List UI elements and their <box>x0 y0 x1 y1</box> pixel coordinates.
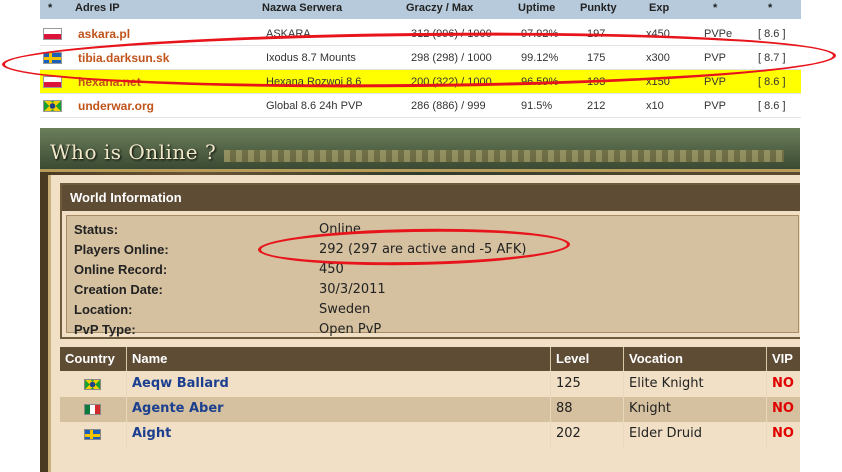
player-name-link[interactable]: Aeqw Ballard <box>127 372 551 397</box>
col-uptime[interactable]: Uptime <box>518 2 555 14</box>
world-information-panel: World Information Status: Online Players… <box>60 183 800 339</box>
server-version: [ 8.6 ] <box>758 28 786 40</box>
server-version: [ 8.6 ] <box>758 76 786 88</box>
th-name[interactable]: Name <box>127 347 551 371</box>
server-points: 175 <box>587 52 606 64</box>
server-points: 193 <box>587 76 606 88</box>
server-name: Hexana Rozwoj 8.6 <box>266 76 362 88</box>
players-online-label: Players Online: <box>74 242 169 257</box>
server-row[interactable]: underwar.org Global 8.6 24h PVP 286 (886… <box>40 94 801 118</box>
server-exp: x450 <box>646 28 670 40</box>
players-online-value: 292 (297 are active and -5 AFK) <box>319 242 527 257</box>
location-label: Location: <box>74 302 133 317</box>
server-name: Global 8.6 24h PVP <box>266 100 363 112</box>
brazil-flag-icon <box>43 100 62 112</box>
page-title: Who is Online ? <box>50 140 217 164</box>
server-exp: x150 <box>646 76 670 88</box>
player-vocation: Knight <box>624 397 767 422</box>
server-uptime: 96.59% <box>521 76 559 88</box>
pvp-type-label: PvP Type: <box>74 322 136 337</box>
status-label: Status: <box>74 222 119 237</box>
server-address-link[interactable]: askara.pl <box>78 27 130 41</box>
player-vocation: Elite Knight <box>624 372 767 397</box>
sweden-flag-icon <box>43 52 62 64</box>
player-vip: NO <box>767 397 800 422</box>
col-address[interactable]: Adres IP <box>75 2 120 14</box>
player-level: 125 <box>551 372 624 397</box>
col-star: * <box>48 2 53 14</box>
player-country <box>60 372 127 397</box>
server-players: 286 (886) / 999 <box>411 100 486 112</box>
player-vip: NO <box>767 422 800 447</box>
server-players: 200 (322) / 1000 <box>411 76 492 88</box>
creation-date-label: Creation Date: <box>74 282 163 297</box>
col-server-name[interactable]: Nazwa Serwera <box>262 2 342 14</box>
player-country <box>60 422 127 447</box>
pvp-type-value: Open PvP <box>319 322 382 337</box>
location-value: Sweden <box>319 302 371 317</box>
server-version: [ 8.7 ] <box>758 52 786 64</box>
col-points[interactable]: Punkty <box>580 2 617 14</box>
server-name: Ixodus 8.7 Mounts <box>266 52 356 64</box>
poland-flag-icon <box>43 28 62 40</box>
col-type: * <box>713 2 718 14</box>
mexico-flag-icon <box>84 404 101 415</box>
server-type: PVP <box>704 100 727 112</box>
server-points: 212 <box>587 100 606 112</box>
server-uptime: 97.92% <box>521 28 559 40</box>
server-version: [ 8.6 ] <box>758 100 786 112</box>
server-row[interactable]: askara.pl ASKARA 312 (996) / 1000 97.92%… <box>40 22 801 46</box>
player-vip: NO <box>767 372 800 397</box>
frame-ornament <box>224 150 784 162</box>
sweden-flag-icon <box>84 429 101 440</box>
server-address-link[interactable]: underwar.org <box>78 99 154 113</box>
player-country <box>60 397 127 422</box>
server-address-link[interactable]: hexana.net <box>78 75 141 89</box>
server-exp: x300 <box>646 52 670 64</box>
server-exp: x10 <box>646 100 664 112</box>
col-exp[interactable]: Exp <box>649 2 669 14</box>
who-is-online-page: Who is Online ? World Information Status… <box>40 128 800 472</box>
online-record-label: Online Record: <box>74 262 168 277</box>
online-record-value: 450 <box>319 262 344 277</box>
brazil-flag-icon <box>84 379 101 390</box>
player-row: Aeqw Ballard 125 Elite Knight NO <box>60 372 800 397</box>
server-row[interactable]: tibia.darksun.sk Ixodus 8.7 Mounts 298 (… <box>40 46 801 70</box>
server-type: PVP <box>704 52 727 64</box>
player-row: Agente Aber 88 Knight NO <box>60 397 800 422</box>
server-uptime: 99.12% <box>521 52 559 64</box>
server-players: 312 (996) / 1000 <box>411 28 492 40</box>
server-list-header: * Adres IP Nazwa Serwera Graczy / Max Up… <box>40 0 801 19</box>
server-players: 298 (298) / 1000 <box>411 52 492 64</box>
server-name: ASKARA <box>266 28 311 40</box>
player-name-link[interactable]: Agente Aber <box>127 397 551 422</box>
player-level: 202 <box>551 422 624 447</box>
player-level: 88 <box>551 397 624 422</box>
th-vip[interactable]: VIP <box>767 347 800 371</box>
server-type: PVPe <box>704 28 733 40</box>
th-country[interactable]: Country <box>60 347 127 371</box>
player-name-link[interactable]: Aight <box>127 422 551 447</box>
server-address-link[interactable]: tibia.darksun.sk <box>78 51 169 65</box>
server-points: 197 <box>587 28 606 40</box>
title-frame: Who is Online ? <box>40 128 800 172</box>
creation-date-value: 30/3/2011 <box>319 282 386 297</box>
player-row: Aight 202 Elder Druid NO <box>60 422 800 447</box>
content-area: World Information Status: Online Players… <box>48 175 800 472</box>
poland-flag-icon <box>43 76 62 88</box>
server-list: * Adres IP Nazwa Serwera Graczy / Max Up… <box>40 0 801 118</box>
world-information-body: Status: Online Players Online: 292 (297 … <box>66 215 799 337</box>
col-version: * <box>768 2 773 14</box>
th-level[interactable]: Level <box>551 347 624 371</box>
th-vocation[interactable]: Vocation <box>624 347 767 371</box>
server-type: PVP <box>704 76 727 88</box>
server-row-highlighted[interactable]: hexana.net Hexana Rozwoj 8.6 200 (322) /… <box>40 70 801 94</box>
server-uptime: 91.5% <box>521 100 553 112</box>
player-vocation: Elder Druid <box>624 422 767 447</box>
col-players[interactable]: Graczy / Max <box>406 2 473 14</box>
world-information-caption: World Information <box>62 185 800 211</box>
status-value: Online <box>319 222 361 237</box>
